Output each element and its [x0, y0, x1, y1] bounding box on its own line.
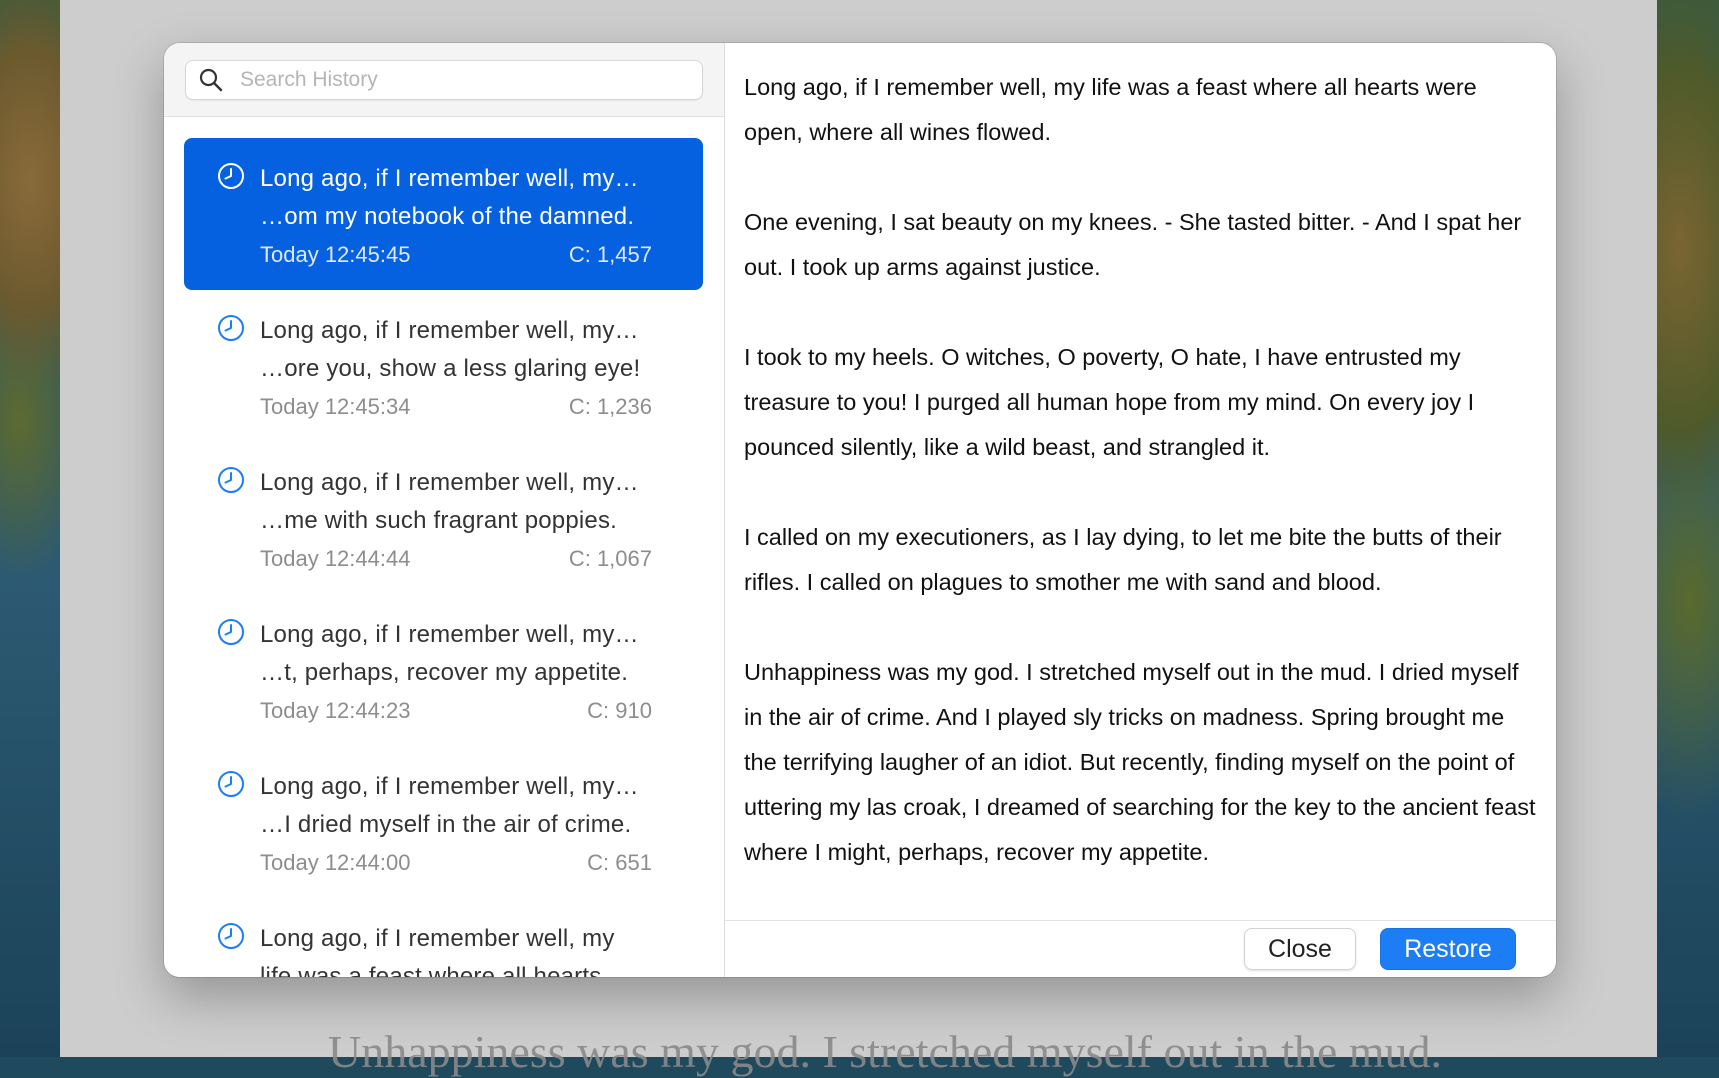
history-item-line2: …om my notebook of the damned. [260, 203, 635, 230]
history-list[interactable]: Long ago, if I remember well, my… …om my … [164, 117, 724, 977]
search-icon [199, 68, 223, 92]
history-item[interactable]: Long ago, if I remember well, my… …om my … [184, 138, 703, 290]
history-item-meta: Today 12:44:44 C: 1,067 [260, 546, 652, 572]
history-item-line2: …I dried myself in the air of crime. [260, 811, 632, 838]
history-item-timestamp: Today 12:44:23 [260, 698, 411, 723]
history-item-meta: Today 12:44:23 C: 910 [260, 698, 652, 724]
history-item-timestamp: Today 12:45:45 [260, 242, 411, 267]
history-item-char-count: C: 910 [587, 698, 652, 723]
clock-icon [218, 467, 244, 493]
history-item-line2: …me with such fragrant poppies. [260, 507, 618, 534]
history-item-line1: Long ago, if I remember well, my… [260, 165, 639, 192]
history-item-timestamp: Today 12:44:44 [260, 546, 411, 571]
clock-icon [218, 315, 244, 341]
search-bar [164, 43, 724, 117]
restore-button[interactable]: Restore [1380, 928, 1516, 970]
history-item-timestamp: Today 12:44:00 [260, 850, 411, 875]
close-button[interactable]: Close [1244, 928, 1356, 970]
history-item-line1: Long ago, if I remember well, my [260, 925, 615, 952]
history-item-line1: Long ago, if I remember well, my… [260, 317, 639, 344]
clock-icon [218, 163, 244, 189]
history-item-line1: Long ago, if I remember well, my… [260, 469, 639, 496]
dialog-footer: Close Restore [725, 920, 1556, 977]
search-field[interactable] [185, 60, 703, 100]
history-item-line1: Long ago, if I remember well, my… [260, 773, 639, 800]
preview-text[interactable]: Long ago, if I remember well, my life wa… [725, 43, 1556, 920]
history-item-char-count: C: 1,457 [568, 242, 652, 267]
preview-paragraph: One evening, I sat beauty on my knees. -… [744, 209, 1522, 280]
history-item-meta: Today 12:45:45 C: 1,457 [260, 242, 652, 268]
preview-paragraph: Long ago, if I remember well, my life wa… [744, 74, 1477, 145]
history-item-char-count: C: 651 [587, 850, 652, 875]
history-item-char-count: C: 1,067 [568, 546, 652, 571]
search-input[interactable] [238, 67, 702, 93]
clock-icon [218, 771, 244, 797]
history-item-line2: life was a feast where all hearts… [260, 963, 626, 977]
history-item-char-count: C: 1,236 [568, 394, 652, 419]
history-item-line2: …t, perhaps, recover my appetite. [260, 659, 629, 686]
background-document-text: Unhappiness was my god. I stretched myse… [328, 1026, 1443, 1077]
history-item[interactable]: Long ago, if I remember well, my… …me wit… [184, 442, 703, 594]
history-dialog: Long ago, if I remember well, my… …om my … [164, 43, 1556, 977]
clock-icon [218, 923, 244, 949]
history-item[interactable]: Long ago, if I remember well, my… …I drie… [184, 746, 703, 898]
history-item-line2: …ore you, show a less glaring eye! [260, 355, 641, 382]
preview-pane: Long ago, if I remember well, my life wa… [725, 43, 1556, 977]
history-item[interactable]: Long ago, if I remember well, my… …t, per… [184, 594, 703, 746]
history-item-meta: Today 12:44:00 C: 651 [260, 850, 652, 876]
history-item-timestamp: Today 12:45:34 [260, 394, 411, 419]
clock-icon [218, 619, 244, 645]
preview-paragraph: Unhappiness was my god. I stretched myse… [744, 659, 1536, 865]
preview-paragraph: I called on my executioners, as I lay dy… [744, 524, 1502, 595]
history-item[interactable]: Long ago, if I remember well, my life was… [184, 898, 703, 977]
history-sidebar: Long ago, if I remember well, my… …om my … [164, 43, 725, 977]
history-item-line1: Long ago, if I remember well, my… [260, 621, 639, 648]
history-item-meta: Today 12:45:34 C: 1,236 [260, 394, 652, 420]
history-item[interactable]: Long ago, if I remember well, my… …ore yo… [184, 290, 703, 442]
preview-paragraph: I took to my heels. O witches, O poverty… [744, 344, 1475, 460]
